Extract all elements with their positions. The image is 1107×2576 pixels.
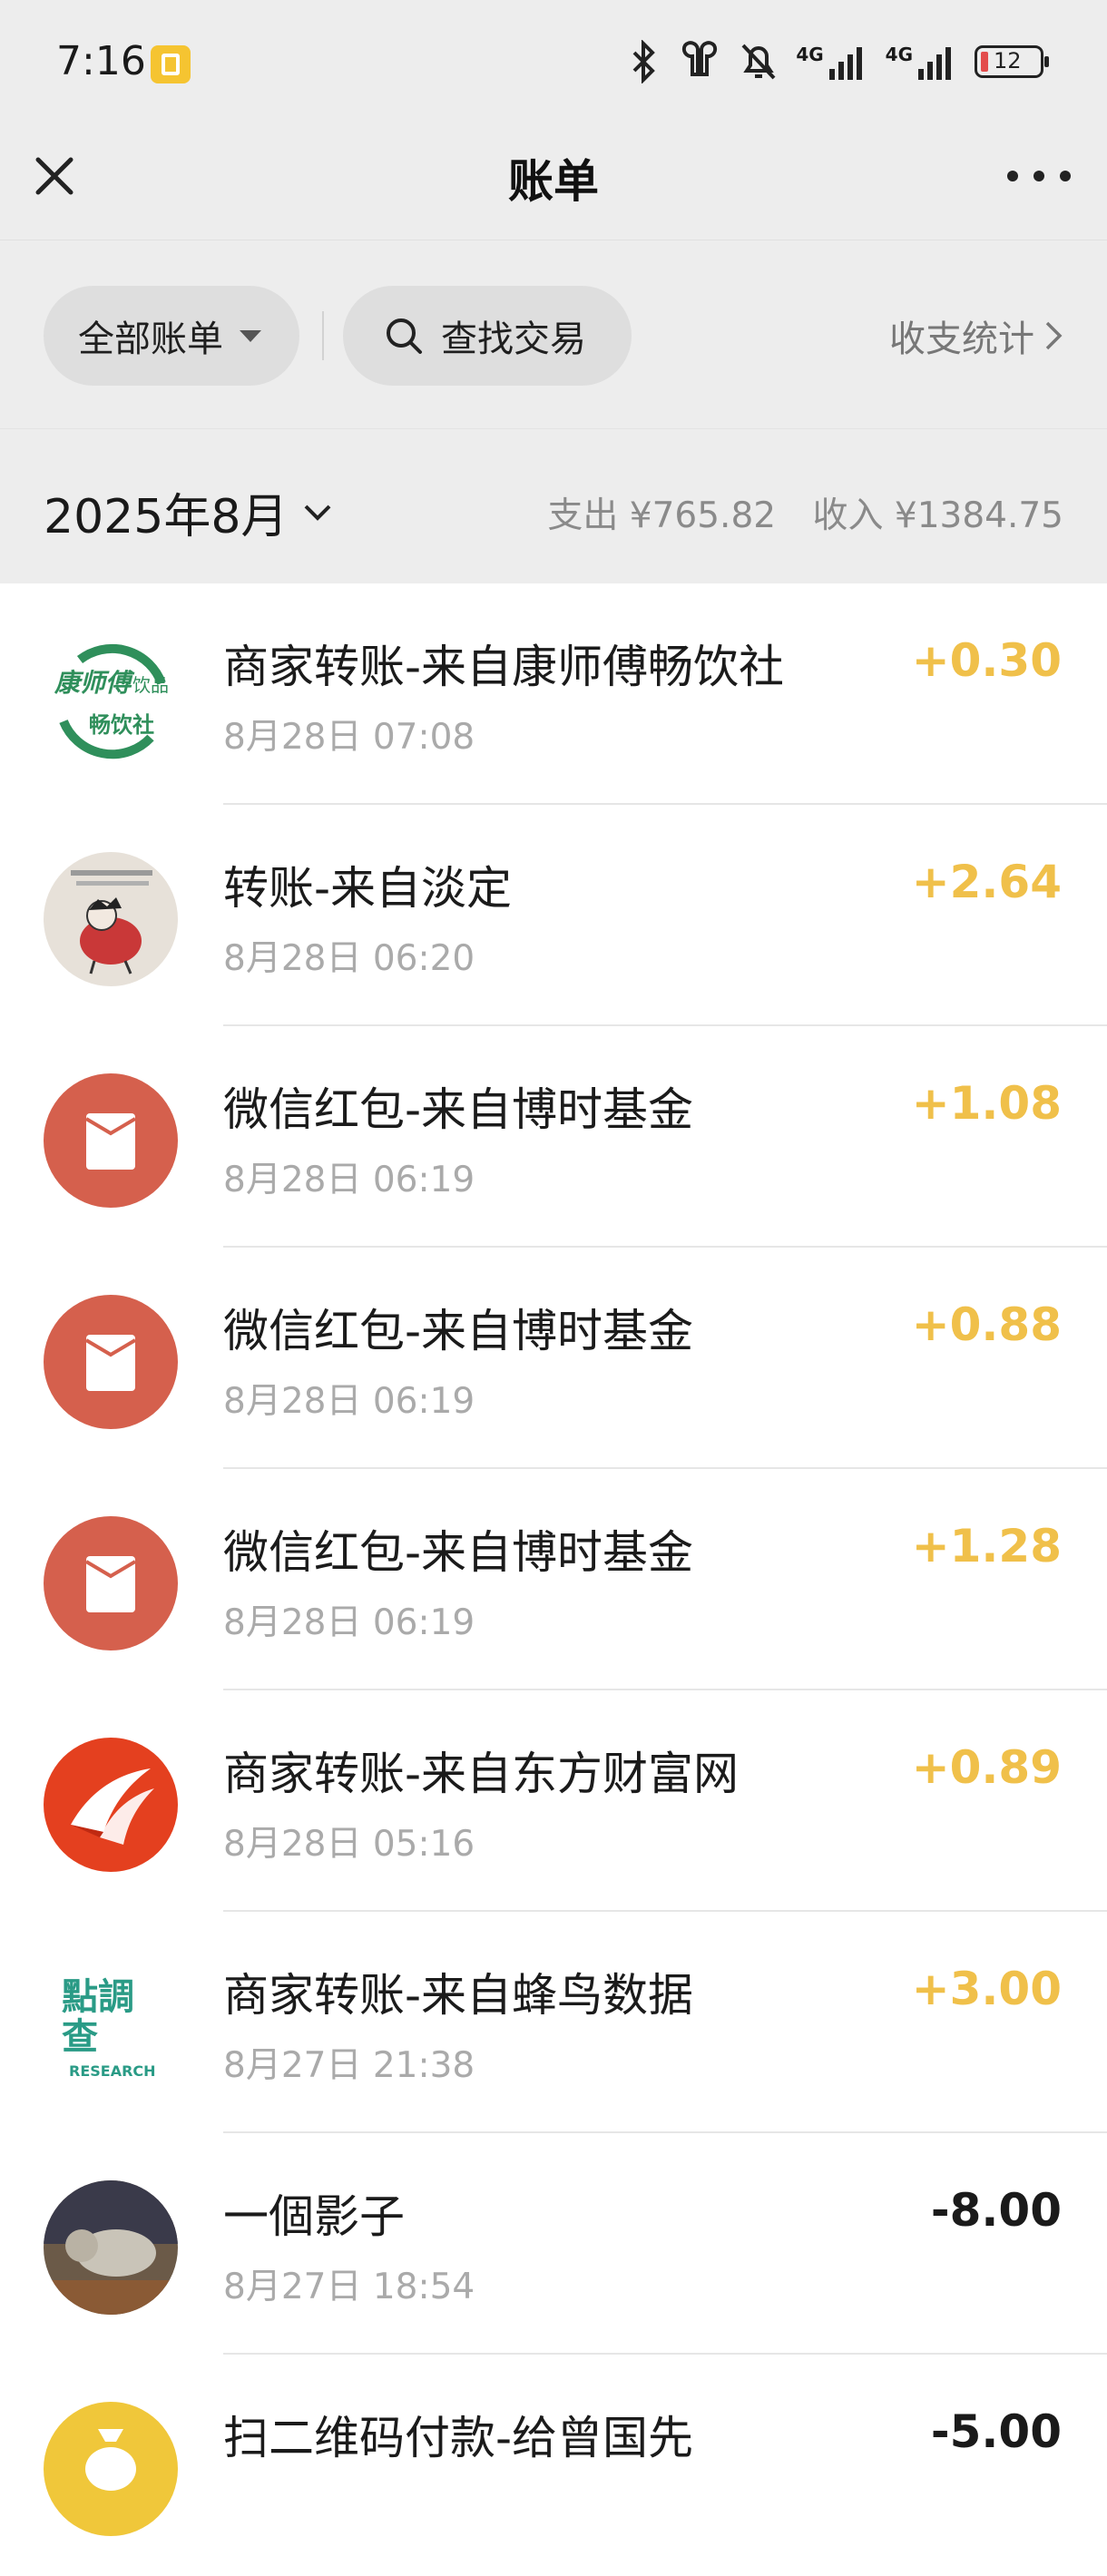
transaction-amount: +2.64 [911, 856, 1062, 908]
logo-bottom-text: 畅饮社 [89, 712, 154, 738]
research-logo: 點調查 RESEARCH [44, 1959, 178, 2093]
transaction-title: 微信红包-来自博时基金 [223, 1083, 694, 1136]
status-icons: 4G 4G 12 [625, 40, 1049, 83]
transaction-row[interactable]: 微信红包-来自博时基金 8月28日 06:19 +1.28 [0, 1469, 1107, 1690]
bluetooth-icon [632, 40, 656, 83]
user-avatar-cartoon [44, 852, 178, 986]
page-title: 账单 [508, 155, 599, 208]
transaction-row[interactable]: 一個影子 8月27日 18:54 -8.00 [0, 2133, 1107, 2355]
transaction-amount: +0.88 [911, 1298, 1062, 1351]
navigation-bar: 账单 [0, 127, 1107, 240]
logo-brand-text: 康师傅 [54, 668, 132, 698]
transaction-amount: +0.30 [911, 634, 1062, 687]
kangshifu-logo: 康师傅 饮品 畅饮社 [44, 631, 178, 765]
transaction-title: 一個影子 [223, 2190, 405, 2243]
eastmoney-logo [44, 1738, 178, 1872]
caret-down-icon [240, 329, 261, 342]
chevron-right-icon [1045, 321, 1063, 350]
logo-research-word: RESEARCH [69, 2062, 156, 2080]
more-options-icon[interactable] [1007, 151, 1071, 201]
transaction-title: 商家转账-来自康师傅畅饮社 [223, 641, 785, 693]
battery-icon: 12 [975, 45, 1049, 78]
transaction-row[interactable]: 點調查 RESEARCH 商家转账-来自蜂鸟数据 8月27日 21:38 +3.… [0, 1912, 1107, 2133]
chevron-down-icon [305, 504, 331, 521]
transaction-time: 8月28日 05:16 [223, 1824, 475, 1865]
transaction-title: 商家转账-来自蜂鸟数据 [223, 1969, 694, 2022]
transaction-row[interactable]: 商家转账-来自东方财富网 8月28日 05:16 +0.89 [0, 1690, 1107, 1912]
all-bills-dropdown[interactable]: 全部账单 [44, 286, 299, 386]
logo-side-text: 饮品 [132, 674, 169, 696]
month-selector[interactable]: 2025年8月 [44, 478, 333, 546]
month-label: 2025年8月 [44, 490, 289, 544]
red-packet-icon [44, 1516, 178, 1650]
transaction-row[interactable]: 转账-来自淡定 8月28日 06:20 +2.64 [0, 805, 1107, 1026]
transaction-amount: -5.00 [930, 2405, 1062, 2458]
transaction-title: 微信红包-来自博时基金 [223, 1305, 694, 1357]
transaction-title: 商家转账-来自东方财富网 [223, 1748, 740, 1800]
month-income: 收入 ¥1384.75 [812, 495, 1064, 536]
transaction-title: 微信红包-来自博时基金 [223, 1526, 694, 1579]
transaction-list: 康师傅 饮品 畅饮社 商家转账-来自康师傅畅饮社 8月28日 07:08 +0.… [0, 583, 1107, 2576]
transaction-amount: +3.00 [911, 1963, 1062, 2015]
search-icon [387, 318, 422, 354]
transaction-time: 8月27日 18:54 [223, 2267, 475, 2307]
transaction-row[interactable]: 微信红包-来自博时基金 8月28日 06:19 +1.08 [0, 1026, 1107, 1248]
signal-icon-2 [918, 47, 951, 80]
transaction-amount: +0.89 [911, 1741, 1062, 1794]
transaction-row[interactable]: 扫二维码付款-给曾国先 -5.00 [0, 2355, 1107, 2576]
transaction-amount: +1.28 [911, 1520, 1062, 1572]
transaction-time: 8月28日 06:19 [223, 1160, 475, 1200]
transaction-time: 8月28日 06:20 [223, 938, 475, 979]
mute-bell-icon [741, 44, 776, 80]
transaction-time: 8月28日 06:19 [223, 1381, 475, 1422]
filter-divider [322, 311, 324, 360]
transaction-row[interactable]: 微信红包-来自博时基金 8月28日 06:19 +0.88 [0, 1248, 1107, 1469]
red-packet-icon [44, 1073, 178, 1208]
transaction-time: 8月27日 21:38 [223, 2045, 475, 2086]
stats-label: 收支统计 [889, 318, 1034, 360]
user-avatar-photo [44, 2180, 178, 2315]
month-expense: 支出 ¥765.82 [547, 495, 777, 536]
transaction-title: 转账-来自淡定 [223, 862, 513, 915]
logo-research-chars: 點調查 [62, 1976, 134, 2058]
notification-badge-icon [151, 45, 191, 83]
search-label: 查找交易 [441, 318, 586, 360]
search-transactions-button[interactable]: 查找交易 [343, 286, 632, 386]
status-bar: 7:16 4G 4G 12 [0, 0, 1107, 127]
transaction-time: 8月28日 06:19 [223, 1602, 475, 1643]
red-packet-icon [44, 1295, 178, 1429]
transaction-amount: -8.00 [930, 2184, 1062, 2237]
network-type-2: 4G [885, 44, 913, 65]
signal-icon [828, 47, 862, 80]
month-totals: 支出 ¥765.82 收入 ¥1384.75 [547, 487, 1063, 538]
earbuds-icon [682, 41, 718, 76]
status-time: 7:16 [56, 38, 146, 84]
transaction-time: 8月28日 07:08 [223, 717, 475, 758]
month-summary-bar: 2025年8月 支出 ¥765.82 收入 ¥1384.75 [0, 428, 1107, 584]
income-expense-stats-link[interactable]: 收支统计 [889, 309, 1063, 362]
transaction-amount: +1.08 [911, 1077, 1062, 1130]
money-bag-icon [44, 2402, 178, 2536]
network-type-1: 4G [796, 44, 824, 65]
all-bills-label: 全部账单 [78, 318, 223, 360]
battery-level: 12 [994, 48, 1022, 73]
transaction-title: 扫二维码付款-给曾国先 [223, 2412, 694, 2464]
transaction-row[interactable]: 康师傅 饮品 畅饮社 商家转账-来自康师傅畅饮社 8月28日 07:08 +0.… [0, 583, 1107, 805]
filter-bar: 全部账单 查找交易 收支统计 [0, 240, 1107, 429]
